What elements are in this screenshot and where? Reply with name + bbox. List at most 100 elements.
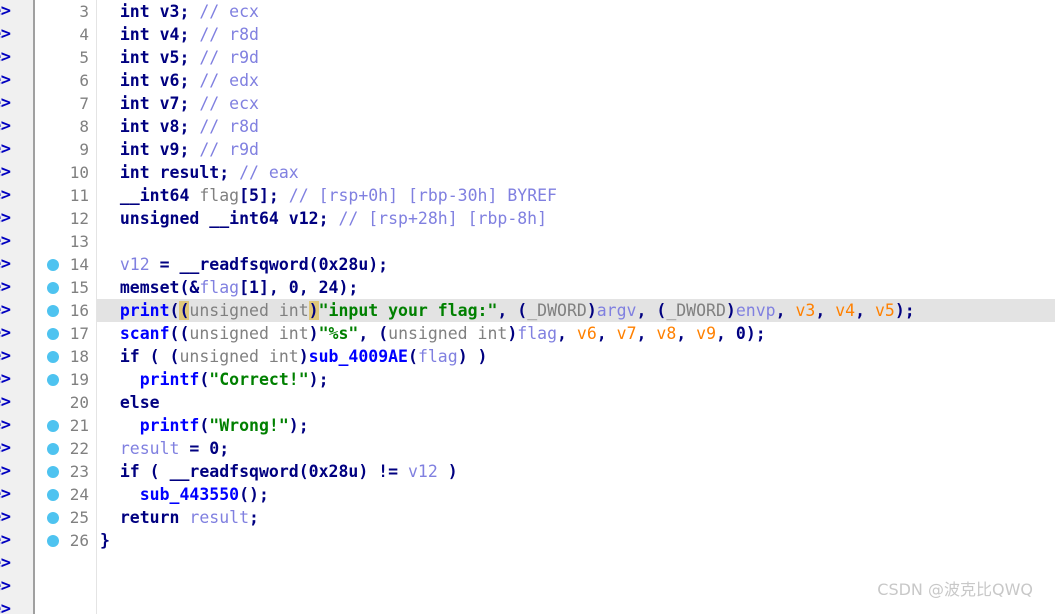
code-token[interactable]: ();	[239, 485, 269, 504]
code-token[interactable]: sub_4009AE	[309, 347, 408, 366]
code-token[interactable]: // r9d	[199, 140, 259, 159]
code-token[interactable]: v7	[617, 324, 637, 343]
code-token[interactable]: envp	[736, 301, 776, 320]
code-token[interactable]: );	[746, 324, 766, 343]
code-token[interactable]: result;	[150, 163, 239, 182]
code-token[interactable]: );	[895, 301, 915, 320]
gutter-row[interactable]: 10	[35, 161, 97, 184]
code-token[interactable]: (	[309, 255, 319, 274]
code-token[interactable]: )	[309, 324, 319, 343]
gutter-row[interactable]: 8	[35, 115, 97, 138]
breakpoint-dot-icon[interactable]	[47, 443, 59, 455]
code-line[interactable]: __int64 flag[5]; // [rsp+0h] [rbp-30h] B…	[97, 184, 1055, 207]
code-token[interactable]: )	[299, 347, 309, 366]
code-token[interactable]: (	[299, 462, 309, 481]
code-token[interactable]: // eax	[239, 163, 299, 182]
code-token[interactable]: (&	[179, 278, 199, 297]
breakpoint-dot-icon[interactable]	[47, 374, 59, 386]
code-token[interactable]: 0	[209, 439, 219, 458]
code-token[interactable]	[100, 140, 120, 159]
gutter-row[interactable]: 17	[35, 322, 97, 345]
code-token[interactable]: , (	[497, 301, 527, 320]
breakpoint-dot-icon[interactable]	[47, 512, 59, 524]
breakpoint-dot-icon[interactable]	[47, 328, 59, 340]
code-token[interactable]	[100, 347, 120, 366]
code-token[interactable]: if	[120, 462, 140, 481]
code-token[interactable]: )	[438, 462, 458, 481]
code-token[interactable]: unsigned int	[388, 324, 507, 343]
code-token[interactable]	[100, 278, 120, 297]
gutter-row[interactable]: 5	[35, 46, 97, 69]
code-token[interactable]: ,	[776, 301, 796, 320]
code-token[interactable]: __readfsqword	[170, 462, 299, 481]
breakpoint-dot-icon[interactable]	[47, 466, 59, 478]
code-line[interactable]: int v3; // ecx	[97, 0, 1055, 23]
code-token[interactable]: // ecx	[199, 2, 259, 21]
code-line[interactable]: print((unsigned int)"input your flag:", …	[97, 299, 1055, 322]
code-token[interactable]	[100, 48, 120, 67]
code-token[interactable]: result	[189, 508, 249, 527]
code-line[interactable]: if ( (unsigned int)sub_4009AE(flag) )	[97, 345, 1055, 368]
code-token[interactable]: v9;	[150, 140, 200, 159]
code-token[interactable]: v5;	[150, 48, 200, 67]
code-line[interactable]: int v6; // edx	[97, 69, 1055, 92]
code-line[interactable]: int v5; // r9d	[97, 46, 1055, 69]
code-token[interactable]: argv	[597, 301, 637, 320]
code-token[interactable]: sub_443550	[140, 485, 239, 504]
code-token[interactable]: unsigned __int64	[120, 209, 279, 228]
code-line[interactable]: int v9; // r9d	[97, 138, 1055, 161]
breakpoint-dot-icon[interactable]	[47, 282, 59, 294]
gutter-row[interactable]: 3	[35, 0, 97, 23]
code-token[interactable]: )	[587, 301, 597, 320]
code-line[interactable]: int v7; // ecx	[97, 92, 1055, 115]
code-token[interactable]: memset	[120, 278, 180, 297]
code-token[interactable]: ) )	[458, 347, 488, 366]
code-token[interactable]: _DWORD	[527, 301, 587, 320]
code-token[interactable]: 0x28u	[309, 462, 359, 481]
code-token[interactable]	[100, 94, 120, 113]
editor-gutter[interactable]: 3 4 5 6 7 8 9 10 11 12 13 14 15 16 17 18 19 20 21 22 23 24 25 2…	[35, 0, 97, 614]
code-line[interactable]: int v4; // r8d	[97, 23, 1055, 46]
code-token[interactable]: printf	[140, 416, 200, 435]
code-token[interactable]	[100, 485, 140, 504]
code-line[interactable]: printf("Wrong!");	[97, 414, 1055, 437]
code-token[interactable]: , (	[637, 301, 667, 320]
breakpoint-dot-icon[interactable]	[47, 535, 59, 547]
code-token[interactable]: // r9d	[199, 48, 259, 67]
code-token[interactable]: int	[120, 94, 150, 113]
code-token[interactable]	[100, 324, 120, 343]
code-token[interactable]: ,	[299, 278, 319, 297]
gutter-row[interactable]: 14	[35, 253, 97, 276]
code-token[interactable]: scanf	[120, 324, 170, 343]
code-line[interactable]: else	[97, 391, 1055, 414]
code-token[interactable]: }	[100, 531, 110, 550]
code-token[interactable]: v9	[696, 324, 716, 343]
code-token[interactable]: flag	[199, 186, 239, 205]
code-token[interactable]	[100, 462, 120, 481]
code-token[interactable]: v3;	[150, 2, 200, 21]
gutter-row[interactable]: 20	[35, 391, 97, 414]
code-token[interactable]: flag	[418, 347, 458, 366]
gutter-row[interactable]: 4	[35, 23, 97, 46]
code-line[interactable]: int v8; // r8d	[97, 115, 1055, 138]
code-token[interactable]: ( (	[140, 347, 180, 366]
code-token[interactable]: [1],	[239, 278, 289, 297]
code-token[interactable]: __int64	[120, 186, 190, 205]
code-token[interactable]: v4	[835, 301, 855, 320]
code-token[interactable]: =	[179, 439, 209, 458]
code-token[interactable]: // [rsp+28h] [rbp-8h]	[338, 209, 547, 228]
code-token[interactable]: );	[309, 370, 329, 389]
code-token[interactable]: ((	[170, 324, 190, 343]
code-token[interactable]: (	[199, 370, 209, 389]
code-token[interactable]: "Wrong!"	[209, 416, 288, 435]
code-token[interactable]: flag	[199, 278, 239, 297]
code-token[interactable]: [5];	[239, 186, 289, 205]
code-token[interactable]: // edx	[199, 71, 259, 90]
code-token[interactable]: ,	[557, 324, 577, 343]
code-token[interactable]: )	[308, 301, 319, 320]
code-token[interactable]: 24	[319, 278, 339, 297]
code-token[interactable]: =	[150, 255, 180, 274]
code-token[interactable]	[100, 71, 120, 90]
code-token[interactable]: 0x28u	[319, 255, 369, 274]
breakpoint-dot-icon[interactable]	[47, 305, 59, 317]
